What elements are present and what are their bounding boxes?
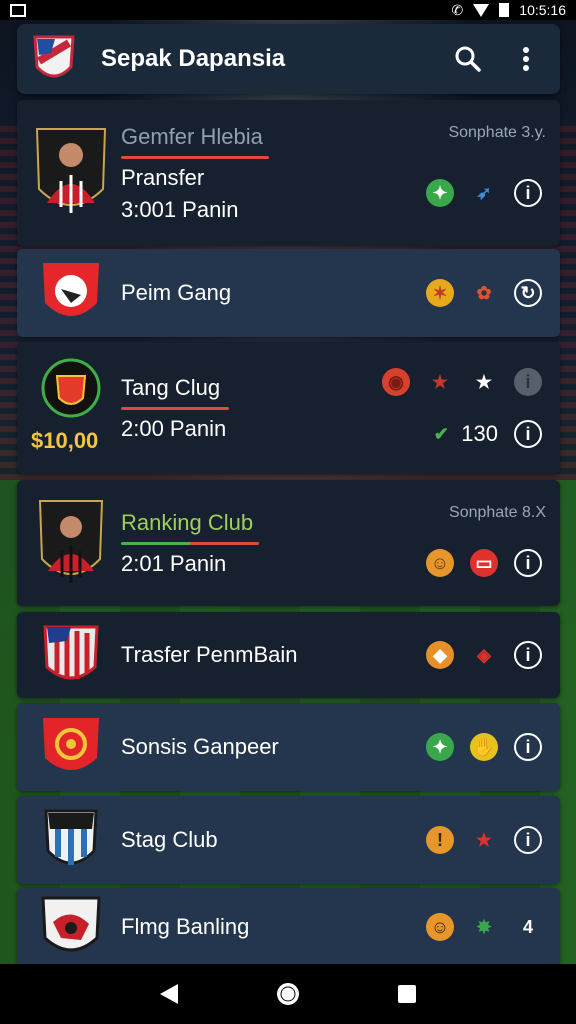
number-icon[interactable]: 4 — [514, 913, 542, 941]
item-time: 2:01 Panin — [121, 550, 227, 576]
ball-icon[interactable]: ◉ — [382, 368, 410, 396]
item-meta: Sonphate 3.y. — [448, 124, 546, 141]
star-icon[interactable]: ★ — [470, 826, 498, 854]
price-label: $10,00 — [31, 428, 99, 453]
club-badge — [35, 799, 107, 881]
app-title: Sepak Dapansia — [101, 45, 286, 72]
check-icon: ✔ — [433, 423, 449, 444]
club-badge — [35, 252, 107, 334]
player-avatar — [35, 128, 107, 213]
item-subtitle: Pransfer — [121, 164, 205, 190]
message-icon[interactable]: ▭ — [470, 549, 498, 577]
battery-icon — [499, 3, 510, 17]
bird-icon[interactable]: ➶ — [470, 179, 498, 207]
item-name: Tang Clug — [121, 374, 221, 400]
list-item[interactable]: Stag Club ! ★ i — [17, 796, 560, 884]
info-icon[interactable]: i — [514, 549, 542, 577]
back-icon — [160, 984, 179, 1004]
club-badge — [35, 706, 107, 788]
status-bar: ✆ 10:5:16 — [0, 0, 576, 20]
recents-button[interactable] — [387, 974, 427, 1014]
list-item[interactable]: Sonsis Ganpeer ✦ ✋ i — [17, 703, 560, 791]
star-outline-icon[interactable]: ★ — [426, 368, 454, 396]
item-name: Sonsis Ganpeer — [121, 734, 279, 759]
gallery-notification-icon — [10, 3, 26, 17]
thumb-icon[interactable]: ✋ — [470, 733, 498, 761]
home-button[interactable] — [268, 974, 308, 1014]
list-item[interactable]: Ranking Club 2:01 Panin Sonphate 8.X ☺ ▭… — [17, 480, 560, 606]
info-icon[interactable]: i — [514, 420, 542, 448]
star-icon[interactable]: ★ — [470, 368, 498, 396]
navigation-bar — [0, 964, 576, 1024]
back-button[interactable] — [149, 974, 189, 1014]
pin-icon[interactable]: ◆ — [426, 641, 454, 669]
club-badge — [35, 347, 107, 429]
list-item[interactable]: Flmg Banling ☺ ✸ 4 — [17, 888, 560, 966]
divider-bar — [121, 406, 229, 410]
search-icon — [455, 46, 481, 72]
list-item[interactable]: Peim Gang ✶ ✿ ↻ — [17, 249, 560, 337]
list-item[interactable]: $10,00 Tang Clug 2:00 Panin ◉ ★ ★ i ✔ 13… — [17, 342, 560, 474]
item-name: Stag Club — [121, 827, 218, 852]
item-name: Gemfer Hlebia — [121, 123, 263, 149]
item-time: 3:001 Panin — [121, 196, 239, 222]
list-item[interactable]: Trasfer PenmBain ◆ ◈ i — [17, 612, 560, 698]
item-name: Ranking Club — [121, 509, 254, 535]
list-item[interactable]: Gemfer Hlebia Pransfer 3:001 Panin Sonph… — [17, 100, 560, 246]
face-icon[interactable]: ☺ — [426, 549, 454, 577]
item-name: Trasfer PenmBain — [121, 642, 298, 667]
app-logo-icon — [33, 35, 75, 78]
item-meta: Sonphate 8.X — [449, 504, 546, 521]
info-icon[interactable]: i — [514, 179, 542, 207]
flame-icon[interactable]: ✶ — [426, 279, 454, 307]
info-dim-icon[interactable]: i — [514, 368, 542, 396]
club-badge — [35, 886, 107, 968]
item-name: Peim Gang — [121, 280, 232, 305]
search-button[interactable] — [448, 39, 488, 79]
emoji-icon[interactable]: ☺ — [426, 913, 454, 941]
app-bar: Sepak Dapansia — [17, 24, 560, 94]
recents-icon — [397, 985, 416, 1003]
nfc-icon: ✆ — [451, 1, 464, 18]
clock: 10:5:16 — [519, 2, 566, 18]
info-icon[interactable]: i — [514, 641, 542, 669]
chat-icon[interactable]: ✦ — [426, 179, 454, 207]
more-options-button[interactable] — [506, 39, 546, 79]
refresh-icon[interactable]: ↻ — [514, 279, 542, 307]
more-vert-icon — [523, 47, 529, 71]
alert-icon[interactable]: ! — [426, 826, 454, 854]
wifi-icon — [473, 3, 490, 17]
leaf-icon[interactable]: ✸ — [470, 913, 498, 941]
chat-icon[interactable]: ✦ — [426, 733, 454, 761]
divider-bar — [121, 155, 269, 159]
player-badge — [35, 500, 107, 584]
tag-icon[interactable]: ◈ — [470, 641, 498, 669]
item-time: 2:00 Panin — [121, 415, 227, 441]
info-icon[interactable]: i — [514, 733, 542, 761]
flower-icon[interactable]: ✿ — [470, 279, 498, 307]
club-badge — [35, 614, 107, 696]
divider-bar — [121, 541, 259, 545]
item-name: Flmg Banling — [121, 914, 250, 939]
home-icon — [276, 983, 299, 1005]
player-badge — [35, 128, 107, 214]
item-count: 130 — [461, 421, 498, 446]
info-icon[interactable]: i — [514, 826, 542, 854]
